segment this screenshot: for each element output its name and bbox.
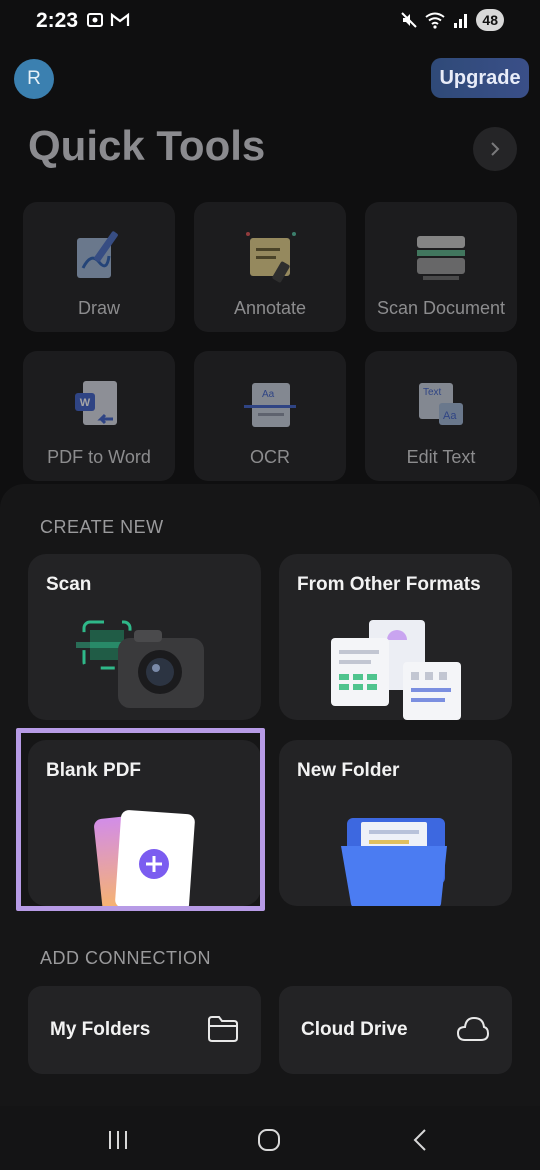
card-label: New Folder [297, 760, 400, 781]
pdf-to-word-icon: W [75, 381, 117, 425]
add-connection-heading: ADD CONNECTION [40, 948, 212, 968]
documents-icon [331, 620, 461, 720]
tool-label: OCR [250, 447, 290, 467]
back-button[interactable] [400, 1120, 440, 1160]
tool-pdf-to-word[interactable]: W PDF to Word [23, 351, 175, 481]
tool-edit-text[interactable]: Text Aa Edit Text [365, 351, 517, 481]
ocr-icon: Aa [244, 383, 296, 427]
tool-annotate[interactable]: Annotate [194, 202, 346, 332]
recent-apps-icon [109, 1131, 127, 1149]
svg-text:Text: Text [423, 387, 442, 398]
screen-record-icon [87, 13, 103, 27]
tool-label: Edit Text [406, 447, 476, 467]
recent-apps-button[interactable] [98, 1120, 138, 1160]
draw-icon [77, 231, 118, 278]
svg-text:Aa: Aa [262, 389, 275, 400]
system-nav-bar [0, 1106, 540, 1170]
folder-outline-icon [208, 1016, 238, 1042]
tool-label: Draw [77, 298, 120, 318]
status-bar: 2:23 48 [0, 0, 540, 44]
tool-label: Scan Document [376, 298, 506, 318]
connection-label: My Folders [50, 1019, 151, 1040]
back-icon [413, 1129, 426, 1151]
quick-tools-more-button[interactable] [473, 127, 517, 171]
card-label: Scan [46, 574, 92, 595]
home-button[interactable] [249, 1120, 289, 1160]
selection-highlight [16, 728, 265, 911]
avatar[interactable]: R [14, 59, 54, 99]
create-from-other-formats-card[interactable]: From Other Formats [279, 554, 512, 720]
edit-text-icon: Text Aa [419, 383, 463, 425]
battery-indicator: 48 [476, 9, 504, 31]
svg-text:W: W [80, 397, 91, 409]
cloud-icon [456, 1016, 490, 1041]
status-time: 2:23 [36, 9, 79, 32]
create-new-folder-card[interactable]: New Folder [279, 740, 512, 906]
signal-icon [454, 14, 468, 28]
connection-my-folders[interactable]: My Folders [28, 986, 261, 1074]
folder-icon [341, 818, 447, 906]
create-new-heading: CREATE NEW [40, 517, 164, 537]
page-title: Quick Tools [28, 122, 266, 169]
camera-icon [76, 620, 204, 708]
svg-text:Aa: Aa [443, 410, 457, 422]
connection-cloud-drive[interactable]: Cloud Drive [279, 986, 512, 1074]
mute-icon [401, 12, 418, 28]
connection-label: Cloud Drive [301, 1019, 408, 1040]
tool-ocr[interactable]: Aa OCR [194, 351, 346, 481]
tool-label: Annotate [233, 298, 307, 318]
chevron-right-icon [491, 142, 500, 156]
tool-label: PDF to Word [47, 447, 151, 467]
upgrade-button[interactable]: Upgrade [431, 58, 529, 98]
annotate-icon [246, 232, 296, 283]
create-scan-card[interactable]: Scan [28, 554, 261, 720]
wifi-icon [425, 12, 446, 29]
tool-draw[interactable]: Draw [23, 202, 175, 332]
scanner-icon [417, 236, 465, 280]
gmail-icon [110, 12, 130, 26]
home-icon [258, 1129, 280, 1151]
tool-scan-document[interactable]: Scan Document [365, 202, 517, 332]
card-label: From Other Formats [297, 574, 481, 595]
